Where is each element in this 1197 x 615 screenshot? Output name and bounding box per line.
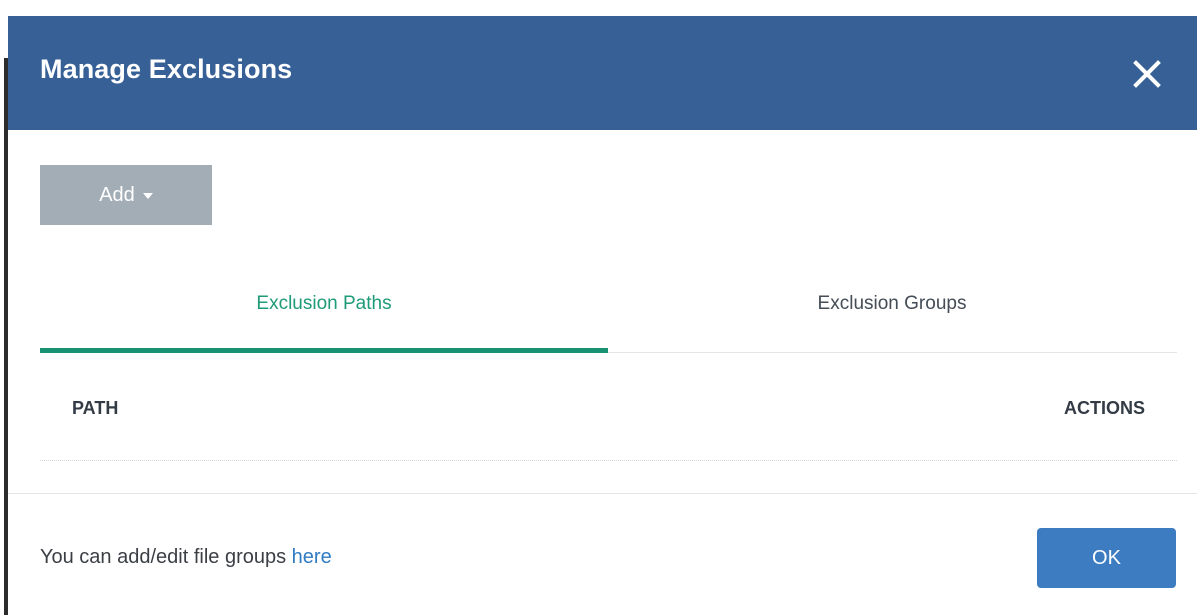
table-header-row: PATH ACTIONS [40, 376, 1177, 461]
file-groups-link[interactable]: here [292, 546, 332, 568]
add-dropdown-button[interactable]: Add [40, 165, 212, 225]
close-icon [1133, 60, 1161, 88]
manage-exclusions-dialog: Manage Exclusions Add Exclusion Paths Ex… [8, 16, 1197, 615]
tab-exclusion-paths[interactable]: Exclusion Paths [40, 274, 608, 353]
add-button-label: Add [99, 183, 135, 206]
dialog-title: Manage Exclusions [40, 54, 293, 84]
footer-note-text: You can add/edit file groups [40, 546, 292, 568]
ok-button[interactable]: OK [1037, 528, 1176, 588]
footer-divider [8, 493, 1197, 494]
tab-exclusion-groups[interactable]: Exclusion Groups [608, 274, 1176, 352]
column-header-actions: ACTIONS [1064, 398, 1145, 418]
window-edge [0, 0, 8, 615]
dialog-header: Manage Exclusions [8, 16, 1197, 130]
footer-note: You can add/edit file groups here [40, 546, 332, 569]
column-header-path[interactable]: PATH [72, 398, 118, 419]
exclusion-tabs: Exclusion Paths Exclusion Groups [40, 274, 1177, 353]
caret-down-icon [142, 193, 153, 199]
close-button[interactable] [1127, 54, 1167, 94]
